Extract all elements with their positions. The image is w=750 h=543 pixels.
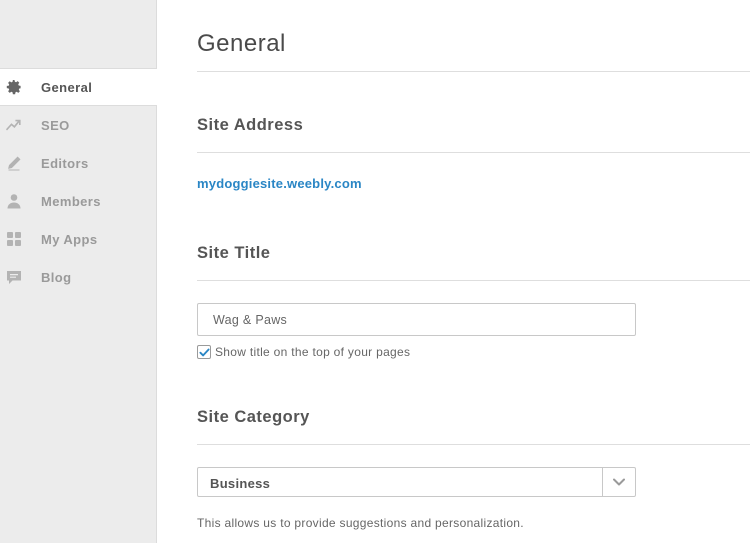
site-category-divider: [197, 444, 750, 445]
comment-icon: [5, 268, 23, 286]
sidebar-item-editors[interactable]: Editors: [0, 144, 157, 182]
trending-up-icon: [5, 116, 23, 134]
site-title-heading: Site Title: [197, 244, 271, 262]
person-icon: [5, 192, 23, 210]
site-category-help: This allows us to provide suggestions an…: [197, 516, 524, 530]
site-title-divider: [197, 280, 750, 281]
grid-icon: [5, 230, 23, 248]
site-category-value: Business: [210, 476, 271, 491]
site-title-input[interactable]: [197, 303, 636, 336]
site-category-select[interactable]: Business: [197, 467, 636, 497]
site-category-heading: Site Category: [197, 408, 310, 426]
sidebar-item-label: Members: [41, 193, 101, 209]
sidebar-item-seo[interactable]: SEO: [0, 106, 157, 144]
sidebar-item-my-apps[interactable]: My Apps: [0, 220, 157, 258]
pencil-icon: [5, 154, 23, 172]
checkmark-icon: [198, 348, 210, 356]
show-title-option: Show title on the top of your pages: [197, 345, 410, 359]
settings-nav: General SEO Editors Members My Apps Blog: [0, 68, 157, 296]
sidebar-item-blog[interactable]: Blog: [0, 258, 157, 296]
chevron-down-icon[interactable]: [602, 468, 635, 496]
show-title-label: Show title on the top of your pages: [215, 345, 411, 359]
sidebar-item-general[interactable]: General: [0, 68, 157, 106]
sidebar-item-members[interactable]: Members: [0, 182, 157, 220]
gear-icon: [5, 78, 23, 96]
site-address-heading: Site Address: [197, 116, 304, 134]
site-address-link[interactable]: mydoggiesite.weebly.com: [197, 176, 362, 191]
sidebar-item-label: My Apps: [41, 231, 98, 247]
sidebar-item-label: Editors: [41, 155, 89, 171]
sidebar-item-label: Blog: [41, 269, 72, 285]
sidebar-item-label: General: [41, 79, 93, 95]
sidebar: General SEO Editors Members My Apps Blog: [0, 0, 157, 543]
site-address-divider: [197, 152, 750, 153]
page-title: General: [197, 30, 286, 57]
sidebar-item-label: SEO: [41, 117, 70, 133]
show-title-checkbox[interactable]: [197, 345, 211, 359]
title-divider: [197, 71, 750, 72]
